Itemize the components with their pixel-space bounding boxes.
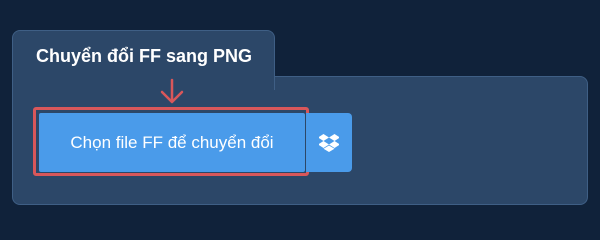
choose-file-label: Chọn file FF để chuyển đổi: [70, 132, 274, 152]
choose-file-button[interactable]: Chọn file FF để chuyển đổi: [39, 113, 305, 172]
dropbox-icon: [319, 133, 339, 152]
converter-tab: Chuyển đổi FF sang PNG: [12, 30, 275, 90]
tab-title: Chuyển đổi FF sang PNG: [36, 46, 253, 66]
pointer-arrow-icon: [160, 78, 184, 104]
dropbox-button[interactable]: [306, 113, 352, 172]
tab-panel-join: [13, 75, 274, 78]
